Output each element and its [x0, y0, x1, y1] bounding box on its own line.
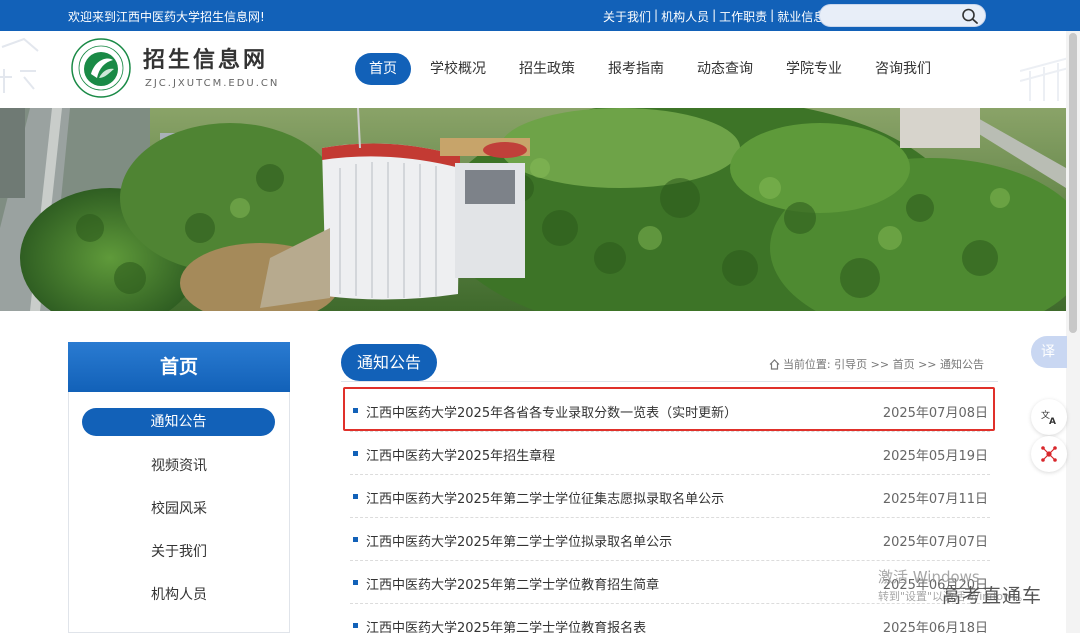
news-title[interactable]: 江西中医药大学2025年第二学士学位拟录取名单公示	[366, 531, 672, 550]
translate-icon: 文 A	[1041, 409, 1056, 426]
sidebar-menu: 通知公告 视频资讯 校园风采 关于我们 机构人员	[69, 402, 289, 617]
home-icon	[769, 358, 780, 370]
ai-assistant-button[interactable]	[1031, 436, 1067, 472]
news-item[interactable]: 江西中医药大学2025年第二学士学位征集志愿拟录取名单公示 2025年07月11…	[350, 475, 990, 518]
nav-consult-us[interactable]: 咨询我们	[861, 53, 945, 85]
bullet-icon	[353, 537, 358, 542]
bullet-icon	[353, 623, 358, 628]
welcome-text: 欢迎来到江西中医药大学招生信息网!	[68, 10, 265, 24]
news-title[interactable]: 江西中医药大学2025年第二学士学位教育报名表	[366, 617, 646, 633]
sidebar-item-videos[interactable]: 视频资讯	[69, 445, 289, 488]
sidebar-item-campus[interactable]: 校园风采	[69, 488, 289, 531]
link-separator: |	[654, 8, 659, 22]
campus-banner-image	[0, 108, 1066, 311]
breadcrumb-text[interactable]: 当前位置: 引导页 >> 首页 >> 通知公告	[783, 356, 984, 372]
page-scrollbar[interactable]	[1066, 31, 1080, 633]
news-date: 2025年07月07日	[882, 535, 988, 550]
link-separator: |	[712, 8, 717, 22]
news-date: 2025年06月18日	[882, 621, 988, 633]
nav-application-guide[interactable]: 报考指南	[594, 53, 678, 85]
sidebar-item-about[interactable]: 关于我们	[69, 531, 289, 574]
news-item[interactable]: 江西中医药大学2025年第二学士学位教育报名表 2025年06月18日	[350, 604, 990, 633]
news-item[interactable]: 江西中医药大学2025年第二学士学位拟录取名单公示 2025年07月07日	[350, 518, 990, 561]
main-nav: 首页 学校概况 招生政策 报考指南 动态查询 学院专业 咨询我们	[355, 53, 950, 85]
bullet-icon	[353, 580, 358, 585]
brand-watermark: 高考直通车	[942, 585, 1043, 607]
nav-status-query[interactable]: 动态查询	[683, 53, 767, 85]
news-date: 2025年05月19日	[882, 449, 988, 464]
link-separator: |	[770, 8, 775, 22]
search-icon	[962, 8, 978, 24]
site-header: 招生信息网 ZJC.JXUTCM.EDU.CN 首页 学校概况 招生政策 报考指…	[0, 31, 1080, 108]
news-title[interactable]: 江西中医药大学2025年各省各专业录取分数一览表（实时更新）	[366, 402, 737, 421]
top-link-about[interactable]: 关于我们	[603, 8, 651, 25]
bullet-icon	[353, 451, 358, 456]
site-domain: ZJC.JXUTCM.EDU.CN	[145, 78, 280, 89]
news-date: 2025年07月11日	[882, 492, 988, 507]
sidebar-item-staff[interactable]: 机构人员	[69, 574, 289, 617]
section-header: 通知公告 当前位置: 引导页 >> 首页 >> 通知公告	[341, 344, 998, 382]
top-link-duties[interactable]: 工作职责	[719, 8, 767, 25]
site-title: 招生信息网	[143, 47, 269, 73]
breadcrumb: 当前位置: 引导页 >> 首页 >> 通知公告	[769, 356, 984, 372]
top-link-staff[interactable]: 机构人员	[661, 8, 709, 25]
section-title: 通知公告	[341, 344, 438, 381]
university-logo-emblem[interactable]	[71, 38, 131, 98]
bullet-icon	[353, 494, 358, 499]
search-input[interactable]	[828, 7, 958, 25]
news-item[interactable]: 江西中医药大学2025年招生章程 2025年05月19日	[350, 432, 990, 475]
svg-text:A: A	[1049, 417, 1056, 426]
network-icon	[1041, 446, 1057, 462]
sidebar-item-notices[interactable]: 通知公告	[82, 408, 275, 436]
bullet-icon	[353, 408, 358, 413]
scrollbar-thumb[interactable]	[1069, 33, 1077, 333]
sidebar: 首页 通知公告 视频资讯 校园风采 关于我们 机构人员	[68, 342, 290, 633]
decorative-calligraphy	[0, 37, 54, 107]
translate-tab[interactable]: 译	[1031, 336, 1067, 368]
news-title[interactable]: 江西中医药大学2025年第二学士学位教育招生简章	[366, 574, 659, 593]
nav-school-overview[interactable]: 学校概况	[416, 53, 500, 85]
search-box	[819, 4, 986, 27]
translate-button[interactable]: 文 A	[1031, 399, 1067, 435]
news-date: 2025年07月08日	[882, 406, 988, 421]
nav-colleges-majors[interactable]: 学院专业	[772, 53, 856, 85]
news-title[interactable]: 江西中医药大学2025年第二学士学位征集志愿拟录取名单公示	[366, 488, 724, 507]
top-bar: 欢迎来到江西中医药大学招生信息网! 关于我们 | 机构人员 | 工作职责 | 就业信息…	[0, 0, 1080, 31]
search-button[interactable]	[961, 8, 979, 24]
nav-admission-policy[interactable]: 招生政策	[505, 53, 589, 85]
news-item[interactable]: 江西中医药大学2025年各省各专业录取分数一览表（实时更新） 2025年07月0…	[350, 389, 990, 432]
news-title[interactable]: 江西中医药大学2025年招生章程	[366, 445, 555, 464]
sidebar-title: 首页	[68, 342, 290, 392]
nav-home[interactable]: 首页	[355, 53, 411, 85]
top-links: 关于我们 | 机构人员 | 工作职责 | 就业信息网	[603, 8, 837, 25]
